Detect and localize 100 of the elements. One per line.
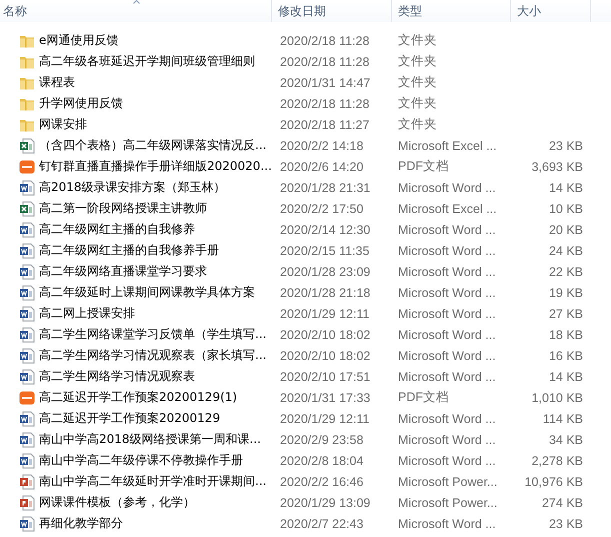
presentation-file-icon [19,474,35,490]
file-name[interactable]: 南山中学高2018级网络授课第一周和课... [39,431,261,448]
column-header[interactable]: 名称 [0,0,272,22]
file-type: Microsoft Word ... [398,454,496,468]
modified-date: 2020/1/29 13:09 [280,496,370,510]
file-size: 20 KB [548,222,583,236]
document-file-icon [19,264,35,280]
modified-date: 2020/1/28 21:18 [280,286,370,300]
document-file-icon [19,452,35,468]
file-name[interactable]: e网通使用反馈 [39,32,118,49]
file-type: 文件夹 [398,32,437,49]
file-type: Microsoft Power... [398,496,498,510]
file-type: Microsoft Word ... [398,222,496,236]
file-size: 14 KB [548,370,583,384]
file-type: PDF文档 [398,158,449,175]
modified-date: 2020/2/15 11:35 [280,244,370,258]
file-name[interactable]: 高二学生网络课堂学习反馈单（学生填写... [39,326,266,343]
document-file-icon [19,284,35,300]
file-name[interactable]: 再细化教学部分 [39,515,123,532]
modified-date: 2020/2/10 18:02 [280,348,370,362]
file-name[interactable]: 高二年级各班延迟开学期间班级管理细则 [39,53,255,70]
file-type: PDF文档 [398,389,449,406]
file-type: Microsoft Word ... [398,412,496,426]
modified-date: 2020/2/9 23:58 [280,432,364,446]
modified-date: 2020/2/14 12:30 [280,222,370,236]
file-name[interactable]: 高二学生网络学习情况观察表 [39,368,195,385]
modified-date: 2020/2/18 11:28 [280,96,370,110]
document-file-icon [19,222,35,238]
file-size: 10 KB [548,202,583,216]
file-type: 文件夹 [398,95,437,112]
file-size: 14 KB [548,180,583,194]
modified-date: 2020/1/31 17:33 [280,390,370,404]
file-type: 文件夹 [398,116,437,133]
file-name[interactable]: 高二延迟开学工作预案20200129(1) [39,389,238,406]
file-type: Microsoft Power... [398,474,498,488]
file-name[interactable]: 钉钉群直播直播操作手册详细版2020020... [39,158,272,175]
file-name[interactable]: 升学网使用反馈 [39,95,123,112]
document-file-icon [19,368,35,384]
spreadsheet-file-icon [19,200,35,216]
file-type: Microsoft Word ... [398,370,496,384]
file-size: 24 KB [548,244,583,258]
modified-date: 2020/2/18 11:27 [280,118,370,132]
file-name[interactable]: 网课课件模板（参考，化学） [39,494,195,511]
modified-date: 2020/2/6 14:20 [280,160,364,174]
file-type: Microsoft Word ... [398,516,496,530]
file-size: 3,693 KB [532,160,583,174]
file-type: Microsoft Word ... [398,286,496,300]
column-header[interactable]: 大小 [511,0,591,22]
file-size: 34 KB [548,432,583,446]
modified-date: 2020/1/31 14:47 [280,76,370,90]
file-size: 2,278 KB [532,454,583,468]
modified-date: 2020/1/28 21:31 [280,180,370,194]
file-name[interactable]: （含四个表格）高二年级网课落实情况反... [39,137,266,154]
file-type: Microsoft Word ... [398,328,496,342]
column-header[interactable]: 修改日期 [272,0,392,22]
file-name[interactable]: 高二学生网络学习情况观察表（家长填写... [39,347,266,364]
file-type: Microsoft Word ... [398,432,496,446]
file-size: 23 KB [548,138,583,152]
modified-date: 2020/2/2 16:46 [280,474,364,488]
modified-date: 2020/1/28 23:09 [280,264,370,278]
document-file-icon [19,306,35,322]
file-name[interactable]: 高二年级网红主播的自我修养 [39,221,195,238]
document-file-icon [19,326,35,342]
file-size: 19 KB [548,286,583,300]
file-type: Microsoft Word ... [398,264,496,278]
file-name[interactable]: 高2018级录课安排方案（郑玉林） [39,179,226,196]
modified-date: 2020/2/10 17:51 [280,370,370,384]
file-name[interactable]: 高二年级延时上课期间网课教学具体方案 [39,284,255,301]
presentation-file-icon [19,494,35,510]
file-name[interactable]: 高二延迟开学工作预案20200129 [39,410,220,427]
file-name[interactable]: 网课安排 [39,116,87,133]
file-type: Microsoft Excel ... [398,202,497,216]
file-size: 274 KB [542,496,583,510]
file-name[interactable]: 南山中学高二年级停课不停教操作手册 [39,452,243,469]
document-file-icon [19,516,35,532]
modified-date: 2020/1/29 12:11 [280,306,370,320]
file-size: 23 KB [548,516,583,530]
document-file-icon [19,348,35,364]
modified-date: 2020/2/2 17:50 [280,202,364,216]
pdf-file-icon [19,390,35,406]
file-type: Microsoft Word ... [398,306,496,320]
file-size: 114 KB [542,412,583,426]
file-name[interactable]: 高二年级网红主播的自我修养手册 [39,242,219,259]
modified-date: 2020/1/29 12:11 [280,412,370,426]
document-file-icon [19,180,35,196]
modified-date: 2020/2/10 18:02 [280,328,370,342]
column-header[interactable]: 类型 [392,0,511,22]
file-name[interactable]: 课程表 [39,74,75,91]
file-type: Microsoft Word ... [398,180,496,194]
file-name[interactable]: 南山中学高二年级延时开学准时开课期间... [39,473,266,490]
file-size: 27 KB [548,306,583,320]
file-type: Microsoft Excel ... [398,138,497,152]
file-size: 1,010 KB [532,390,583,404]
modified-date: 2020/2/7 22:43 [280,516,364,530]
file-name[interactable]: 高二网上授课安排 [39,305,135,322]
file-type: Microsoft Word ... [398,244,496,258]
file-name[interactable]: 高二第一阶段网络授课主讲教师 [39,200,207,217]
modified-date: 2020/2/18 11:28 [280,34,370,48]
file-name[interactable]: 高二年级网络直播课堂学习要求 [39,263,207,280]
modified-date: 2020/2/8 18:04 [280,454,364,468]
